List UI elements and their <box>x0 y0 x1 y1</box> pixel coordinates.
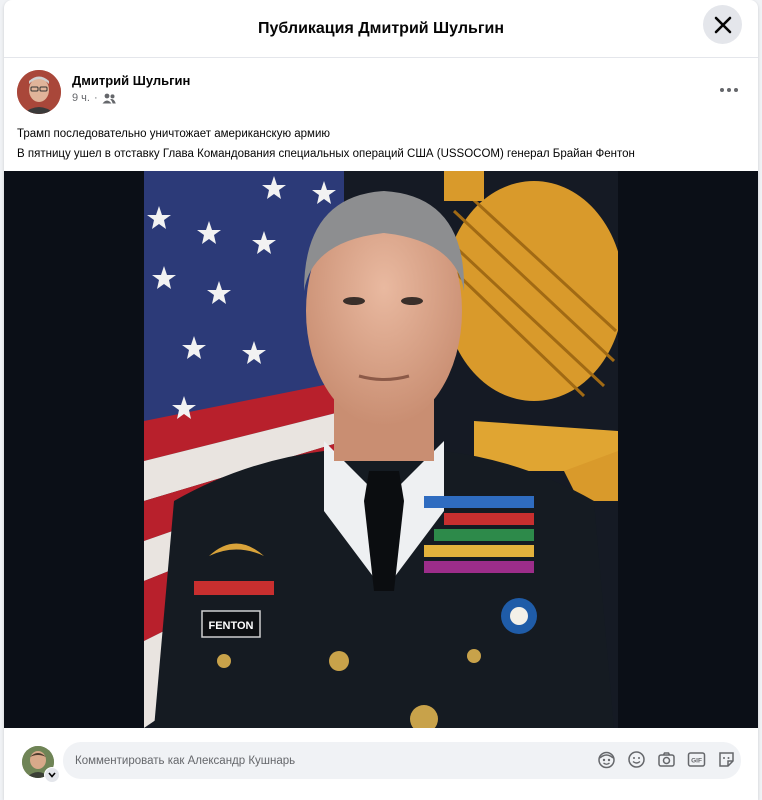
close-button[interactable] <box>703 5 742 44</box>
post-header: Дмитрий Шульгин 9 ч. · <box>17 70 745 116</box>
comment-tools: GIF <box>597 750 736 769</box>
post-text-line: В пятницу ушел в отставку Глава Командов… <box>17 148 635 160</box>
post-time[interactable]: 9 ч. <box>72 92 90 104</box>
avatar-sticker-icon[interactable] <box>597 750 616 769</box>
author-avatar[interactable] <box>17 70 61 114</box>
post-meta: 9 ч. · <box>72 92 116 104</box>
post-photo[interactable]: FENTON <box>4 171 758 728</box>
dialog-header: Публикация Дмитрий Шульгин <box>4 0 758 58</box>
chevron-down-icon <box>48 772 56 778</box>
emoji-icon[interactable] <box>627 750 646 769</box>
sticker-icon[interactable] <box>717 750 736 769</box>
dialog-title: Публикация Дмитрий Шульгин <box>258 19 504 37</box>
comment-bar: GIF <box>4 736 758 786</box>
post-dialog: Публикация Дмитрий Шульгин Дмитрий Шульг… <box>4 0 758 800</box>
friends-icon <box>102 93 116 103</box>
name-tag-text: FENTON <box>208 620 253 632</box>
profile-switch-button[interactable] <box>44 767 60 783</box>
general-portrait-image: FENTON <box>4 171 758 728</box>
author-name[interactable]: Дмитрий Шульгин <box>72 73 190 88</box>
more-dots-icon <box>720 88 738 92</box>
svg-text:GIF: GIF <box>691 758 702 765</box>
meta-separator: · <box>93 92 98 104</box>
close-icon <box>714 16 731 33</box>
camera-icon[interactable] <box>657 750 676 769</box>
gif-icon[interactable]: GIF <box>687 750 706 769</box>
post-text-line: Трамп последовательно уничтожает америка… <box>17 128 331 140</box>
post-text: Трамп последовательно уничтожает америка… <box>17 124 745 164</box>
more-options-button[interactable] <box>715 78 743 102</box>
